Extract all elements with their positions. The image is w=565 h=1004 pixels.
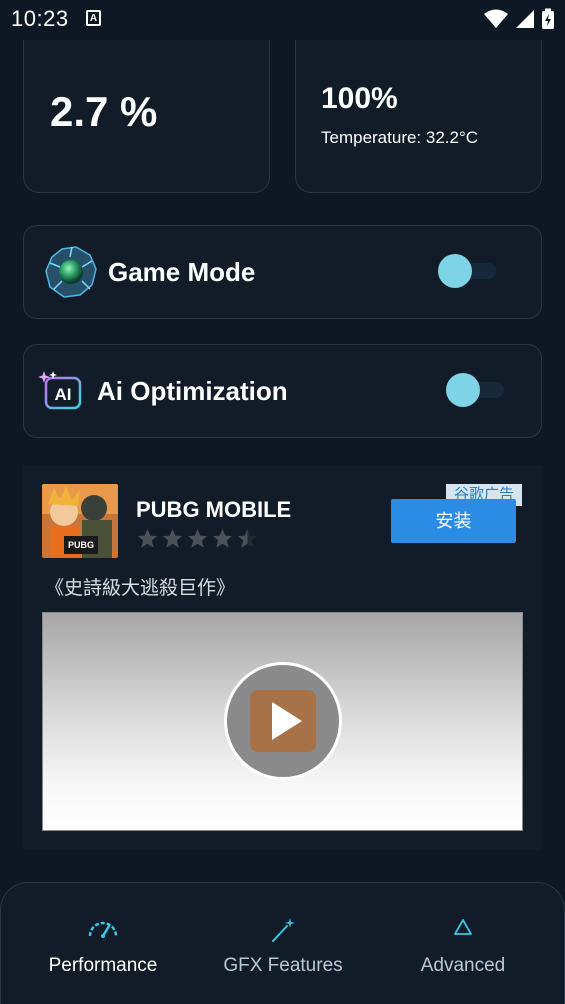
ai-optimization-title: Ai Optimization [97,376,288,406]
nav-performance-label: Performance [48,955,158,976]
play-button[interactable] [224,662,342,780]
wifi-icon [484,9,508,28]
triangle-icon [454,919,472,935]
nav-gfx-features[interactable]: GFX Features [203,883,363,1004]
game-mode-card: Game Mode [23,225,542,319]
game-mode-title: Game Mode [108,257,256,287]
play-icon [250,690,316,752]
nav-performance[interactable]: Performance [23,883,183,1004]
status-bar: 10:23 A [0,0,565,38]
ai-optimization-card: AI Ai Optimization [23,344,542,438]
ad-app-name[interactable]: PUBG MOBILE [136,497,291,523]
star-icon [212,528,233,548]
signal-icon [516,10,534,28]
ai-optimization-toggle[interactable] [446,373,504,407]
star-icon [137,528,158,548]
status-time: 10:23 [11,6,69,31]
cpu-usage-value: 2.7 % [50,88,158,135]
a-icon: A [86,10,101,26]
star-icon [187,528,208,548]
battery-temperature: Temperature: 32.2°C [321,128,479,147]
half-star-icon [237,528,258,548]
svg-text:AI: AI [55,385,72,404]
bottom-nav: Performance GFX Features Advanced [0,882,565,1004]
toggle-knob [446,373,480,407]
ad-card[interactable]: PUBG PUBG MOBILE 谷歌广告 安装 《史詩級大逃殺巨作》 [23,465,542,850]
ad-tagline: 《史詩級大逃殺巨作》 [45,578,236,599]
nav-advanced[interactable]: Advanced [383,883,543,1004]
battery-card: 100% Temperature: 32.2°C [295,40,542,193]
toggle-knob [438,254,472,288]
install-button[interactable]: 安装 [391,499,516,543]
pubg-app-icon[interactable]: PUBG [42,484,118,558]
star-icon [162,528,183,548]
nav-advanced-label: Advanced [420,955,506,976]
ai-sparkle-icon: AI [38,371,82,410]
cpu-usage-card: 2.7 % [23,40,270,193]
magic-wand-icon [272,918,295,942]
rating-stars [136,527,259,550]
battery-value: 100% [321,82,398,115]
game-mode-orb-icon [45,246,97,298]
battery-charging-icon [542,8,554,29]
game-mode-toggle[interactable] [438,254,496,288]
nav-gfx-features-label: GFX Features [223,955,343,976]
status-icons [483,8,555,30]
svg-text:PUBG: PUBG [68,540,94,550]
ad-video[interactable] [42,612,523,831]
speedometer-icon [88,921,118,938]
